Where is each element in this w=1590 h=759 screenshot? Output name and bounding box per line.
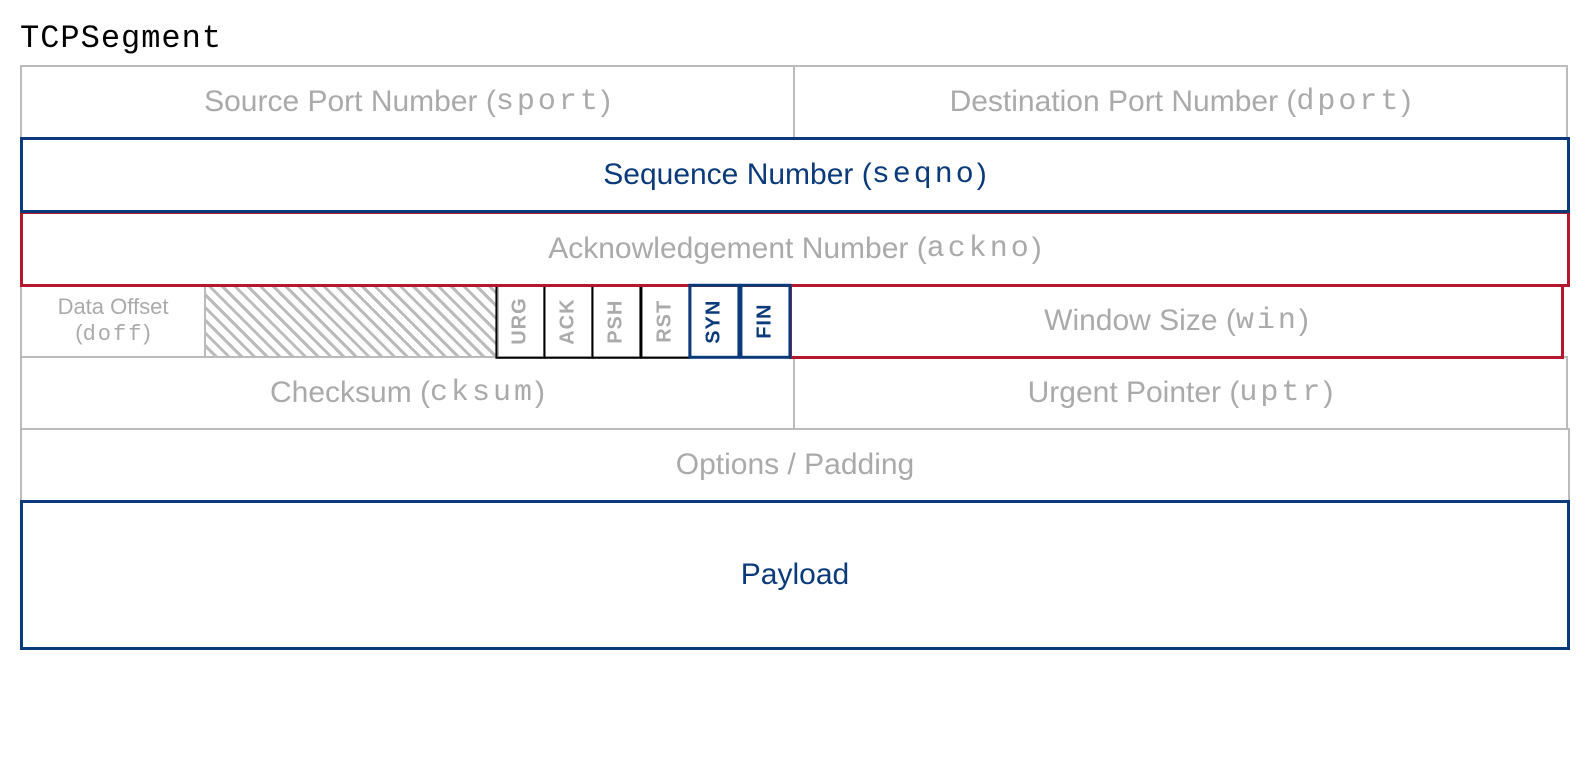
label-win: Window Size [1044, 304, 1217, 338]
label-seqno: Sequence Number [603, 158, 853, 192]
label-ackno: Acknowledgement Number [548, 232, 908, 266]
field-options-padding: Options / Padding [20, 428, 1570, 502]
row-seqno: Sequence Number (seqno) [20, 137, 1570, 213]
code-seqno: seqno [872, 158, 977, 192]
row-checksum-uptr: Checksum (cksum) Urgent Pointer (uptr) [20, 356, 1570, 430]
row-flags-window: Data Offset (doff) URG ACK PSH RST SYN F… [20, 284, 1570, 359]
code-uptr: uptr [1239, 376, 1323, 410]
label-cksum: Checksum [270, 376, 412, 410]
diagram-title: TCPSegment [20, 20, 1570, 57]
label-sport: Source Port Number [204, 85, 477, 119]
field-ack-number: Acknowledgement Number (ackno) [20, 211, 1570, 287]
field-data-offset: Data Offset (doff) [20, 284, 206, 359]
flag-fin: FIN [739, 284, 791, 359]
label-options: Options / Padding [676, 448, 915, 482]
label-payload: Payload [741, 558, 849, 592]
code-doff: doff [83, 322, 144, 347]
flag-ack: ACK [543, 284, 593, 359]
flags-group: URG ACK PSH RST SYN FIN [497, 284, 792, 359]
label-dport: Destination Port Number [950, 85, 1278, 119]
flag-syn: SYN [688, 284, 740, 359]
field-window-size: Window Size (win) [789, 284, 1564, 359]
field-payload: Payload [20, 500, 1570, 650]
code-cksum: cksum [430, 376, 535, 410]
field-sequence-number: Sequence Number (seqno) [20, 137, 1570, 213]
field-reserved [204, 284, 499, 359]
code-win: win [1236, 304, 1299, 338]
code-dport: dport [1296, 85, 1401, 119]
flag-urg: URG [495, 284, 545, 359]
field-urgent-pointer: Urgent Pointer (uptr) [793, 356, 1568, 430]
code-sport: sport [496, 85, 601, 119]
row-ports: Source Port Number (sport) Destination P… [20, 65, 1570, 139]
label-doff: Data Offset [58, 294, 169, 320]
tcp-segment-diagram: Source Port Number (sport) Destination P… [20, 65, 1570, 650]
field-source-port: Source Port Number (sport) [20, 65, 795, 139]
row-options: Options / Padding [20, 428, 1570, 502]
row-payload: Payload [20, 500, 1570, 650]
field-checksum: Checksum (cksum) [20, 356, 795, 430]
flag-rst: RST [640, 284, 690, 359]
code-ackno: ackno [927, 232, 1032, 266]
row-ackno: Acknowledgement Number (ackno) [20, 211, 1570, 287]
field-dest-port: Destination Port Number (dport) [793, 65, 1568, 139]
flag-psh: PSH [591, 284, 641, 359]
label-uptr: Urgent Pointer [1028, 376, 1221, 410]
